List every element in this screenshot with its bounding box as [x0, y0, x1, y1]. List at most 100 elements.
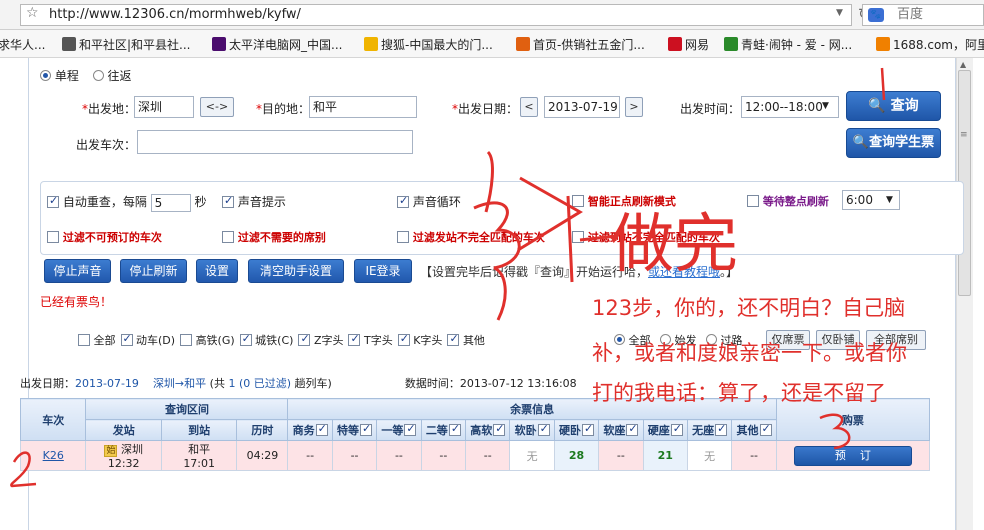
- auto-repeat-interval[interactable]: 5: [150, 193, 191, 212]
- summary-filtered: (0 已过滤): [238, 377, 292, 390]
- stop-sound-button[interactable]: 停止声音: [44, 259, 111, 283]
- radio-single[interactable]: [40, 70, 51, 81]
- bookmark-item[interactable]: 首页-供销社五金门...: [516, 36, 645, 53]
- wait-refresh-label: 等待整点刷新: [762, 195, 829, 208]
- wait-refresh-checkbox[interactable]: [747, 195, 759, 207]
- col-seat-checkbox[interactable]: [626, 422, 639, 436]
- bookmark-item[interactable]: 1688.com，阿里: [876, 36, 984, 53]
- sound-loop-option: 声音循环: [397, 193, 461, 210]
- bookmark-item[interactable]: 和平社区|和平县社...: [62, 36, 191, 53]
- student-query-button[interactable]: 🔍查询学生票: [846, 128, 941, 158]
- col-train: 车次: [19, 398, 87, 441]
- train-type-checkbox[interactable]: [180, 334, 193, 346]
- train-type-option: 全部: [78, 334, 116, 347]
- from-input[interactable]: 深圳: [134, 96, 194, 118]
- book-button[interactable]: 预订: [793, 445, 912, 466]
- chevron-down-icon[interactable]: ▼: [886, 195, 893, 205]
- auto-repeat-checkbox[interactable]: [47, 194, 59, 208]
- results-table: 车次 查询区间 余票信息 购票 发站 到站 历时 商务特等一等二等高软软卧硬卧软…: [19, 398, 931, 471]
- summary-date-label: 出发日期：: [20, 377, 75, 390]
- scroll-up-icon[interactable]: ▲: [960, 60, 966, 69]
- col-seat: 硬卧: [553, 419, 600, 441]
- col-to: 到站: [160, 419, 238, 441]
- baidu-paw-icon[interactable]: 🐾: [868, 8, 884, 22]
- col-seat-checkbox[interactable]: [493, 422, 506, 436]
- train-type-checkbox[interactable]: [120, 332, 133, 346]
- bookmark-label: 网易: [685, 38, 710, 52]
- col-seat-checkbox[interactable]: [715, 422, 728, 436]
- bookmark-item[interactable]: 网易: [668, 36, 709, 53]
- train-number-link[interactable]: K26: [43, 449, 64, 462]
- col-seat-checkbox[interactable]: [404, 422, 417, 436]
- col-seat-checkbox[interactable]: [537, 422, 550, 436]
- date-label: *出发日期：: [452, 102, 519, 116]
- filter-seats-checkbox[interactable]: [222, 231, 234, 243]
- stop-refresh-button[interactable]: 停止刷新: [120, 259, 187, 283]
- info-text: 【设置完毕后记得戳『查询』开始运行哈，或还看教程哦。】: [420, 263, 738, 280]
- train-type-option: 高铁(G): [180, 334, 235, 347]
- bookmark-favicon-icon: [62, 37, 76, 51]
- chevron-down-icon[interactable]: ▼: [822, 101, 829, 111]
- url-input[interactable]: http://www.12306.cn/mormhweb/kyfw/: [20, 4, 852, 26]
- date-input[interactable]: 2013-07-19: [544, 96, 620, 118]
- bookmark-star-icon[interactable]: ☆: [26, 5, 39, 21]
- bookmark-favicon-icon: [876, 37, 890, 51]
- auto-repeat-unit: 秒: [194, 195, 207, 209]
- sound-tip-checkbox[interactable]: [222, 194, 234, 208]
- filter-to-station-checkbox[interactable]: [572, 231, 584, 243]
- date-prev-button[interactable]: <: [520, 97, 538, 117]
- date-next-button[interactable]: >: [625, 97, 643, 117]
- smart-mode-checkbox[interactable]: [572, 195, 584, 207]
- url-dropdown-icon[interactable]: ▼: [836, 8, 843, 18]
- seat-cell: --: [465, 440, 511, 471]
- col-seat: 其他: [731, 419, 777, 441]
- settings-button[interactable]: 设置: [196, 259, 238, 283]
- train-type-label: 动车(D): [136, 334, 176, 347]
- bookmark-item[interactable]: 太平洋电脑网_中国...: [212, 36, 342, 53]
- seat-cell: --: [287, 440, 333, 471]
- col-duration: 历时: [236, 419, 289, 441]
- bookmark-item[interactable]: 青蛙·闹钟 - 爱 - 网...: [724, 36, 852, 53]
- col-seat-checkbox[interactable]: [448, 422, 461, 436]
- wait-refresh-option: 等待整点刷新: [747, 193, 829, 209]
- col-seat-checkbox[interactable]: [759, 422, 772, 436]
- bookmark-item[interactable]: 搜狐-中国最大的门...: [364, 36, 493, 53]
- train-type-checkbox[interactable]: [397, 332, 410, 346]
- train-no-input[interactable]: [137, 130, 413, 154]
- seat-cell: --: [420, 440, 467, 471]
- filter-unbookable-label: 过滤不可预订的车次: [62, 231, 162, 244]
- train-number-cell: K26: [19, 440, 87, 471]
- radio-round[interactable]: [92, 70, 104, 81]
- sound-tip-option: 声音提示: [222, 193, 286, 210]
- train-type-checkbox[interactable]: [78, 334, 90, 346]
- col-seat-checkbox[interactable]: [315, 422, 328, 436]
- filter-unbookable-checkbox[interactable]: [47, 231, 59, 243]
- clear-settings-button[interactable]: 清空助手设置: [248, 259, 344, 283]
- to-input[interactable]: 和平: [309, 96, 417, 118]
- col-seat: 高软: [465, 419, 511, 441]
- col-seat-checkbox[interactable]: [360, 422, 373, 436]
- train-type-checkbox[interactable]: [447, 332, 460, 346]
- ie-login-button[interactable]: IE登录: [354, 259, 412, 283]
- summary-count-suffix: 趟列车): [294, 377, 332, 390]
- train-type-checkbox[interactable]: [348, 332, 361, 346]
- filter-from-station-checkbox[interactable]: [397, 231, 409, 243]
- book-cell: 预订: [775, 440, 931, 471]
- seat-cell: --: [731, 440, 777, 471]
- train-type-checkbox[interactable]: [239, 332, 252, 346]
- bookmark-item[interactable]: 求华人...: [0, 36, 45, 53]
- col-seat-checkbox[interactable]: [670, 422, 683, 436]
- from-label-text: 出发地：: [88, 102, 137, 116]
- smart-mode-label: 智能正点刷新模式: [587, 195, 676, 208]
- query-button[interactable]: 🔍 查询: [846, 91, 941, 121]
- train-type-checkbox[interactable]: [298, 332, 311, 346]
- col-seat-checkbox[interactable]: [581, 422, 594, 436]
- col-seat-label: 商务: [292, 424, 315, 437]
- swap-button[interactable]: <->: [200, 97, 234, 117]
- tutorial-link[interactable]: 或还看教程哦: [648, 265, 720, 279]
- sound-loop-checkbox[interactable]: [397, 194, 409, 208]
- radio-round-label: 往返: [107, 69, 132, 83]
- query-button-label: 查询: [890, 98, 919, 114]
- search-icon: 🔍: [868, 98, 886, 114]
- seat-cell: 无: [686, 440, 733, 471]
